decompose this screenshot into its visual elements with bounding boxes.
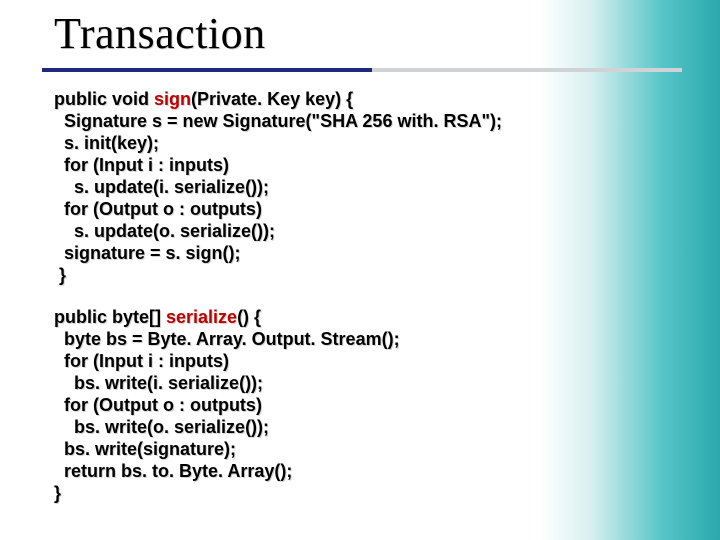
code-line: s. init(key);	[54, 133, 159, 153]
code-line: byte bs = Byte. Array. Output. Stream();	[54, 329, 400, 349]
code-line: return bs. to. Byte. Array();	[54, 461, 292, 481]
code-line: s. update(i. serialize());	[54, 177, 269, 197]
code-line: }	[54, 483, 61, 503]
code-block-sign: public void sign(Private. Key key) { Sig…	[54, 88, 654, 286]
slide: Transaction public void sign(Private. Ke…	[0, 0, 720, 540]
slide-title: Transaction	[54, 8, 266, 59]
method-name-serialize: serialize	[166, 307, 237, 327]
code-area: public void sign(Private. Key key) { Sig…	[54, 88, 654, 524]
code-line: signature = s. sign();	[54, 243, 241, 263]
code-line: }	[54, 265, 66, 285]
code-line: bs. write(signature);	[54, 439, 236, 459]
code-line: for (Input i : inputs)	[54, 351, 229, 371]
code-line: Signature s = new Signature("SHA 256 wit…	[54, 111, 502, 131]
title-rule-dark	[42, 68, 372, 72]
code-line: bs. write(o. serialize());	[54, 417, 269, 437]
code-text: public byte[]	[54, 307, 166, 327]
code-line: bs. write(i. serialize());	[54, 373, 263, 393]
code-line: s. update(o. serialize());	[54, 221, 275, 241]
code-text: () {	[237, 307, 261, 327]
code-text: (Private. Key key) {	[191, 89, 353, 109]
method-name-sign: sign	[154, 89, 191, 109]
title-rule-light	[372, 68, 682, 72]
code-block-serialize: public byte[] serialize() { byte bs = By…	[54, 306, 654, 504]
code-line: for (Output o : outputs)	[54, 199, 262, 219]
code-line: for (Output o : outputs)	[54, 395, 262, 415]
code-line: for (Input i : inputs)	[54, 155, 229, 175]
code-text: public void	[54, 89, 154, 109]
